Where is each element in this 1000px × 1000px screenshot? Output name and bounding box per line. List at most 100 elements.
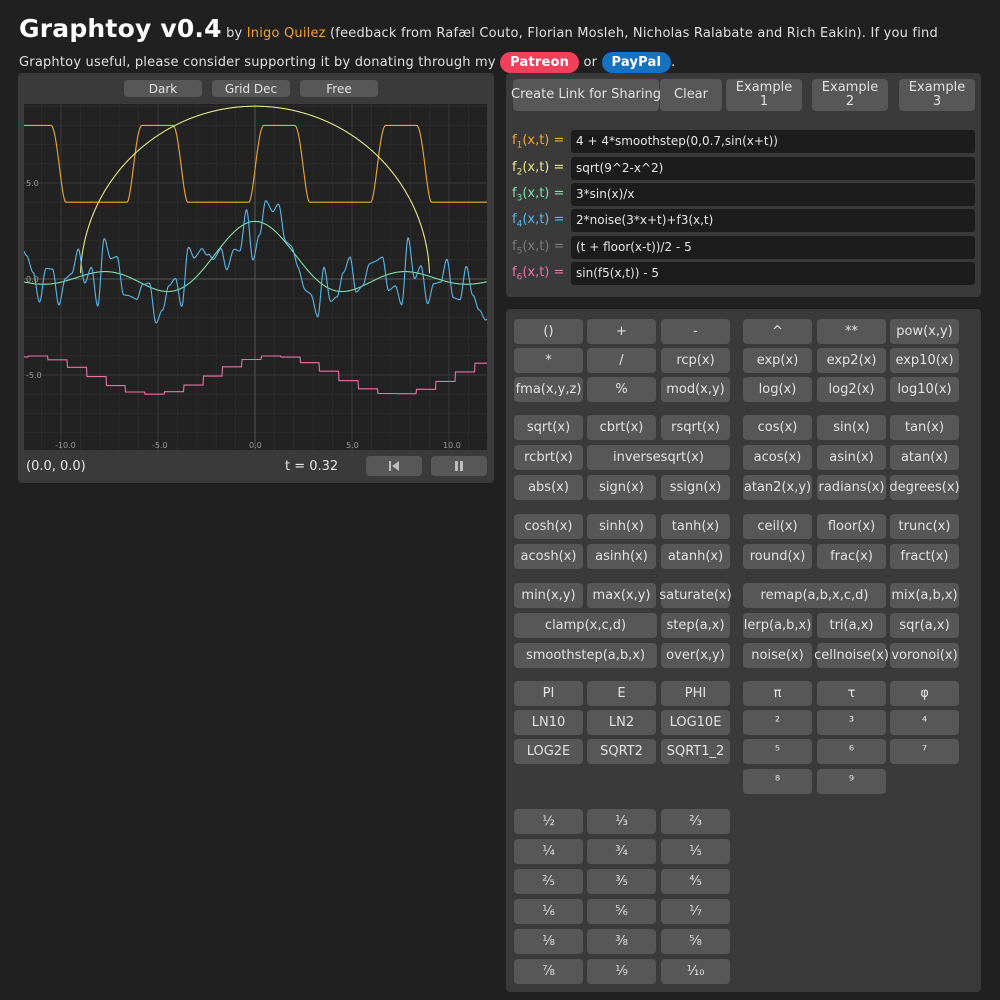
key-button[interactable]: ⁷ [890,739,959,764]
key-button[interactable]: * [514,348,583,373]
function-input[interactable]: (t + floor(x-t))/2 - 5 [571,236,975,259]
example-1-button[interactable]: Example 1 [726,79,802,111]
graph-canvas[interactable]: -10.0 -5.0 0.0 5.0 10.0 5.0 0.0 -5.0 [24,104,487,450]
key-button[interactable]: / [587,348,656,373]
key-button[interactable]: φ [890,681,959,706]
grid-button[interactable]: Grid Dec [212,80,290,97]
key-button[interactable]: ⅐ [661,899,730,924]
key-button[interactable]: log10(x) [890,377,959,402]
key-button[interactable]: pow(x,y) [890,319,959,344]
key-button[interactable]: cos(x) [743,415,812,440]
key-button[interactable]: ⅜ [587,929,656,954]
function-input[interactable]: sqrt(9^2-x^2) [571,157,975,180]
key-button[interactable]: ⁴ [890,710,959,735]
key-button[interactable]: E [587,681,656,706]
key-button[interactable]: lerp(a,b,x) [743,613,812,638]
key-button[interactable]: acos(x) [743,445,812,470]
key-button[interactable]: ⁸ [743,769,812,794]
key-button[interactable]: over(x,y) [661,643,730,668]
key-button[interactable]: sqr(a,x) [890,613,959,638]
key-button[interactable]: voronoi(x) [890,643,959,668]
key-button[interactable]: exp10(x) [890,348,959,373]
key-button[interactable]: - [661,319,730,344]
key-button[interactable]: tanh(x) [661,514,730,539]
key-button[interactable]: + [587,319,656,344]
key-button[interactable]: exp(x) [743,348,812,373]
key-button[interactable]: π [743,681,812,706]
patreon-button[interactable]: Patreon [500,52,580,73]
key-button[interactable]: round(x) [743,544,812,569]
key-button[interactable]: ⅔ [661,809,730,834]
key-button[interactable]: saturate(x) [659,583,732,608]
key-button[interactable]: ⅒ [661,959,730,984]
example-2-button[interactable]: Example 2 [812,79,888,111]
create-link-button[interactable]: Create Link for Sharing [511,79,661,111]
key-button[interactable]: () [514,319,583,344]
key-button[interactable]: % [587,377,656,402]
author-link[interactable]: Inigo Quilez [247,26,326,41]
key-button[interactable]: cosh(x) [514,514,583,539]
key-button[interactable]: ⅑ [587,959,656,984]
key-button[interactable]: SQRT1_2 [661,739,730,764]
key-button[interactable]: ssign(x) [661,475,730,500]
function-label[interactable]: f3(x,t) = [512,186,564,204]
key-button[interactable]: rsqrt(x) [661,415,730,440]
clear-button[interactable]: Clear [660,79,722,111]
key-button[interactable]: ⅗ [587,869,656,894]
key-button[interactable]: atan2(x,y) [743,475,812,500]
key-button[interactable]: sign(x) [587,475,656,500]
key-button[interactable]: LN10 [514,710,583,735]
key-button[interactable]: trunc(x) [890,514,959,539]
key-button[interactable]: frac(x) [817,544,886,569]
key-button[interactable]: noise(x) [743,643,812,668]
key-button[interactable]: sin(x) [817,415,886,440]
key-button[interactable]: LOG10E [661,710,730,735]
key-button[interactable]: LN2 [587,710,656,735]
key-button[interactable]: acosh(x) [514,544,583,569]
key-button[interactable]: SQRT2 [587,739,656,764]
mode-button[interactable]: Free [300,80,378,97]
key-button[interactable]: ¾ [587,839,656,864]
key-button[interactable]: ⁵ [743,739,812,764]
key-button[interactable]: ½ [514,809,583,834]
key-button[interactable]: cellnoise(x) [814,643,889,668]
key-button[interactable]: rcbrt(x) [514,445,583,470]
key-button[interactable]: step(a,x) [661,613,730,638]
function-label[interactable]: f6(x,t) = [512,265,564,283]
key-button[interactable]: sinh(x) [587,514,656,539]
key-button[interactable]: ^ [743,319,812,344]
key-button[interactable]: log(x) [743,377,812,402]
key-button[interactable]: cbrt(x) [587,415,656,440]
theme-button[interactable]: Dark [124,80,202,97]
key-button[interactable]: mix(a,b,x) [890,583,959,608]
key-button[interactable]: inversesqrt(x) [587,445,730,470]
key-button[interactable]: asin(x) [817,445,886,470]
key-button[interactable]: ⅛ [514,929,583,954]
key-button[interactable]: ⅕ [661,839,730,864]
key-button[interactable]: τ [817,681,886,706]
key-button[interactable]: ** [817,319,886,344]
key-button[interactable]: ⁶ [817,739,886,764]
key-button[interactable]: atan(x) [890,445,959,470]
function-input[interactable]: 4 + 4*smoothstep(0,0.7,sin(x+t)) [571,130,975,153]
paypal-button[interactable]: PayPal [601,52,672,73]
key-button[interactable]: fract(x) [890,544,959,569]
key-button[interactable]: remap(a,b,x,c,d) [743,583,886,608]
key-button[interactable]: log2(x) [817,377,886,402]
function-label[interactable]: f4(x,t) = [512,212,564,230]
key-button[interactable]: max(x,y) [587,583,656,608]
function-input[interactable]: 3*sin(x)/x [571,183,975,206]
key-button[interactable]: PHI [661,681,730,706]
key-button[interactable]: ¼ [514,839,583,864]
key-button[interactable]: min(x,y) [514,583,583,608]
function-input[interactable]: sin(f5(x,t)) - 5 [571,262,975,285]
key-button[interactable]: mod(x,y) [661,377,730,402]
example-3-button[interactable]: Example 3 [899,79,975,111]
key-button[interactable]: floor(x) [817,514,886,539]
key-button[interactable]: exp2(x) [817,348,886,373]
graph-plot[interactable]: -10.0 -5.0 0.0 5.0 10.0 5.0 0.0 -5.0 [24,104,487,450]
key-button[interactable]: sqrt(x) [514,415,583,440]
key-button[interactable]: atanh(x) [661,544,730,569]
key-button[interactable]: ⅙ [514,899,583,924]
function-input[interactable]: 2*noise(3*x+t)+f3(x,t) [571,209,975,232]
